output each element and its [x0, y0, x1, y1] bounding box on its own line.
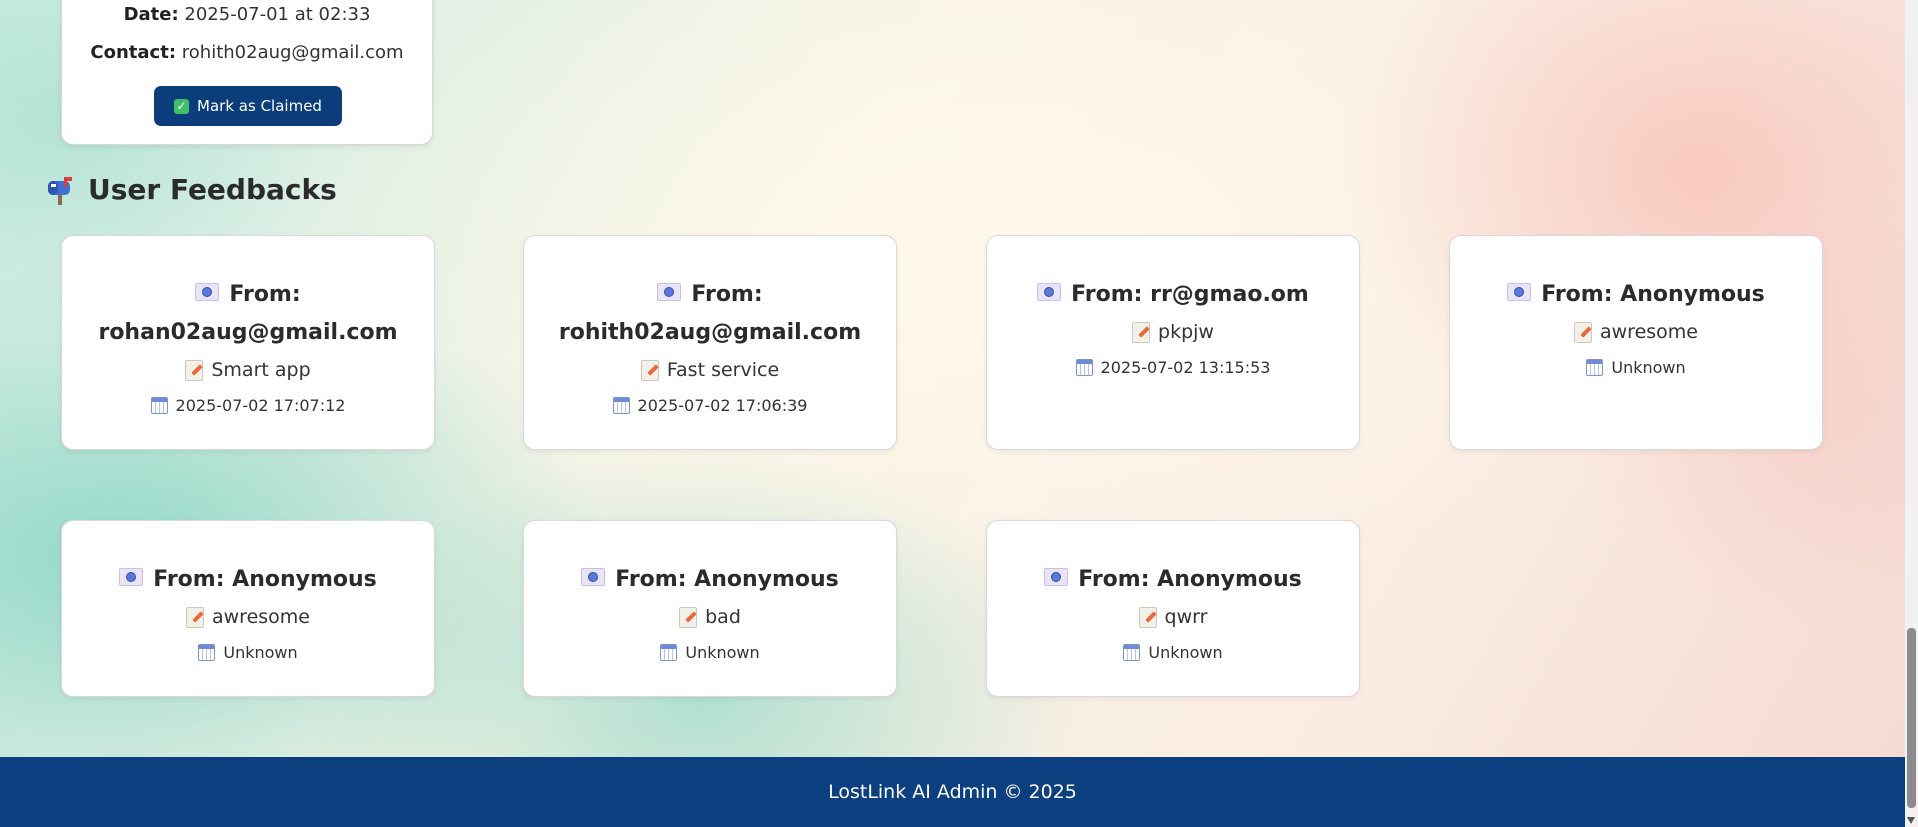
- feedback-date-text: Unknown: [1148, 643, 1223, 662]
- feedback-card: From: Anonymous awresome Unknown: [61, 520, 435, 697]
- feedback-message: Fast service: [524, 358, 896, 382]
- feedback-card: From: rr@gmao.om pkpjw 2025-07-02 13:15:…: [986, 235, 1360, 450]
- feedback-date-text: 2025-07-02 13:15:53: [1100, 358, 1271, 377]
- feedback-card: From: rohan02aug@gmail.com Smart app 202…: [61, 235, 435, 450]
- feedback-message-text: bad: [705, 606, 741, 628]
- claim-contact-line: Contact: rohith02aug@gmail.com: [62, 42, 432, 63]
- memo-icon: [1132, 321, 1151, 343]
- feedback-date-text: Unknown: [223, 643, 298, 662]
- scrollbar-thumb[interactable]: [1907, 628, 1916, 808]
- calendar-icon: [198, 644, 216, 661]
- user-feedbacks-heading: User Feedbacks: [46, 173, 337, 206]
- feedback-date-text: Unknown: [685, 643, 760, 662]
- feedback-from: From: rohith02aug@gmail.com: [542, 276, 878, 352]
- footer-text: LostLink AI Admin © 2025: [828, 781, 1077, 803]
- feedback-message: awresome: [1450, 320, 1822, 344]
- contact-value: rohith02aug@gmail.com: [181, 42, 404, 63]
- feedback-card: From: Anonymous bad Unknown: [523, 520, 897, 697]
- envelope-icon: [657, 283, 682, 301]
- feedback-from-text: From: rr@gmao.om: [1071, 282, 1309, 307]
- date-value: 2025-07-01 at 02:33: [184, 4, 371, 25]
- feedback-from: From: Anonymous: [542, 561, 878, 599]
- feedback-date-text: 2025-07-02 17:06:39: [637, 396, 808, 415]
- feedback-date-text: Unknown: [1611, 358, 1686, 377]
- feedback-from: From: Anonymous: [1468, 276, 1804, 314]
- feedback-message-text: qwrr: [1164, 606, 1208, 628]
- memo-icon: [186, 606, 204, 628]
- mark-as-claimed-label: Mark as Claimed: [197, 97, 322, 115]
- claim-date-line: Date: 2025-07-01 at 02:33: [62, 4, 432, 25]
- memo-icon: [640, 359, 659, 381]
- feedback-date: Unknown: [1450, 358, 1822, 377]
- feedback-message-text: awresome: [212, 606, 310, 628]
- feedback-card: From: Anonymous qwrr Unknown: [986, 520, 1360, 697]
- feedback-message-text: awresome: [1600, 321, 1698, 343]
- feedback-from-text: From: Anonymous: [615, 567, 839, 592]
- envelope-icon: [581, 568, 606, 586]
- feedback-date: 2025-07-02 17:06:39: [524, 396, 896, 415]
- envelope-icon: [195, 283, 220, 301]
- feedback-card: From: Anonymous awresome Unknown: [1449, 235, 1823, 450]
- feedback-from: From: rohan02aug@gmail.com: [80, 276, 416, 352]
- feedback-from: From: rr@gmao.om: [1005, 276, 1341, 314]
- envelope-icon: [119, 568, 144, 586]
- feedback-message-text: Fast service: [666, 359, 780, 381]
- envelope-icon: [1037, 283, 1062, 301]
- calendar-icon: [1123, 644, 1141, 661]
- feedback-from-text: From: Anonymous: [153, 567, 377, 592]
- calendar-icon: [612, 397, 630, 414]
- feedback-date: Unknown: [62, 643, 434, 662]
- memo-icon: [1138, 606, 1157, 628]
- feedback-from-text: From: Anonymous: [1541, 282, 1765, 307]
- memo-icon: [185, 359, 204, 381]
- feedback-card: From: rohith02aug@gmail.com Fast service…: [523, 235, 897, 450]
- memo-icon: [1574, 321, 1592, 343]
- feedback-message: qwrr: [987, 605, 1359, 629]
- feedback-message: Smart app: [62, 358, 434, 382]
- feedback-message: awresome: [62, 605, 434, 629]
- lost-item-card: Date: 2025-07-01 at 02:33 Contact: rohit…: [61, 0, 433, 145]
- page: Date: 2025-07-01 at 02:33 Contact: rohit…: [0, 0, 1918, 827]
- feedback-date: Unknown: [987, 643, 1359, 662]
- feedback-from: From: Anonymous: [80, 561, 416, 599]
- feedback-from-text: From: Anonymous: [1078, 567, 1302, 592]
- calendar-icon: [1586, 359, 1604, 376]
- scroll-down-arrow-icon[interactable]: [1907, 817, 1915, 824]
- feedback-message-text: pkpjw: [1158, 321, 1214, 343]
- footer: LostLink AI Admin © 2025: [0, 757, 1905, 827]
- feedback-message: pkpjw: [987, 320, 1359, 344]
- section-title-text: User Feedbacks: [88, 173, 337, 206]
- envelope-icon: [1044, 568, 1069, 586]
- check-box-icon: ✓: [174, 98, 190, 114]
- calendar-icon: [1075, 359, 1093, 376]
- mailbox-icon: [48, 176, 72, 205]
- feedback-date: 2025-07-02 17:07:12: [62, 396, 434, 415]
- contact-label: Contact:: [90, 42, 177, 63]
- feedback-date: 2025-07-02 13:15:53: [987, 358, 1359, 377]
- envelope-icon: [1507, 283, 1532, 301]
- feedback-from: From: Anonymous: [1005, 561, 1341, 599]
- calendar-icon: [150, 397, 168, 414]
- feedback-from-text: From: rohan02aug@gmail.com: [98, 282, 398, 345]
- calendar-icon: [660, 644, 678, 661]
- feedback-message: bad: [524, 605, 896, 629]
- feedback-date-text: 2025-07-02 17:07:12: [175, 396, 346, 415]
- feedback-message-text: Smart app: [211, 359, 311, 381]
- mark-as-claimed-button[interactable]: ✓ Mark as Claimed: [154, 86, 342, 126]
- page-scrollbar[interactable]: [1905, 0, 1918, 827]
- feedback-from-text: From: rohith02aug@gmail.com: [558, 282, 862, 345]
- date-label: Date:: [123, 4, 179, 25]
- memo-icon: [679, 606, 698, 628]
- feedback-date: Unknown: [524, 643, 896, 662]
